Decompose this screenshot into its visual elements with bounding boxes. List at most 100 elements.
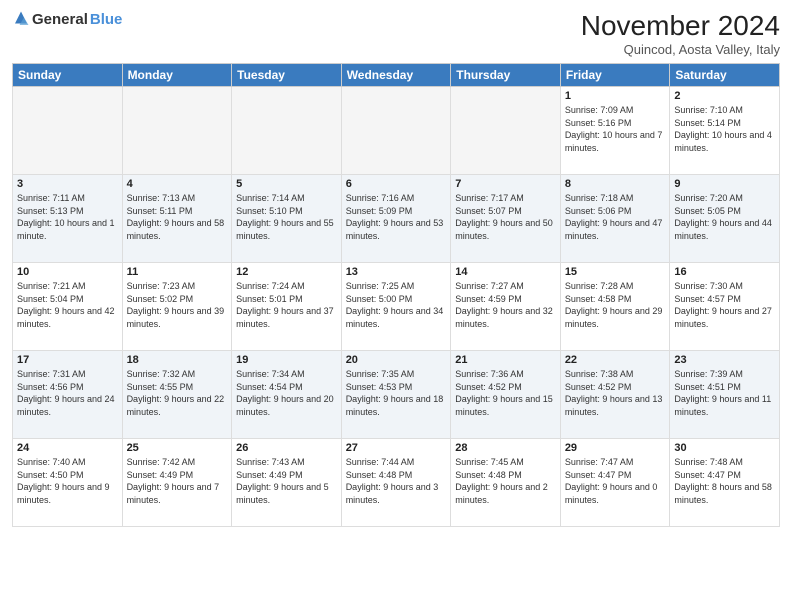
table-row: 9 Sunrise: 7:20 AM Sunset: 5:05 PM Daylig… (670, 175, 780, 263)
day-info: Sunrise: 7:38 AM Sunset: 4:52 PM Dayligh… (565, 368, 666, 418)
day-number: 18 (127, 354, 228, 366)
day-info: Sunrise: 7:47 AM Sunset: 4:47 PM Dayligh… (565, 456, 666, 506)
table-row: 18 Sunrise: 7:32 AM Sunset: 4:55 PM Dayli… (122, 351, 232, 439)
day-info: Sunrise: 7:20 AM Sunset: 5:05 PM Dayligh… (674, 192, 775, 242)
header-sunday: Sunday (13, 64, 123, 87)
day-number: 1 (565, 90, 666, 102)
day-info: Sunrise: 7:25 AM Sunset: 5:00 PM Dayligh… (346, 280, 447, 330)
day-number: 15 (565, 266, 666, 278)
table-row: 21 Sunrise: 7:36 AM Sunset: 4:52 PM Dayli… (451, 351, 561, 439)
table-row (341, 87, 451, 175)
logo: GeneralBlue (12, 10, 122, 28)
day-number: 26 (236, 442, 337, 454)
day-info: Sunrise: 7:16 AM Sunset: 5:09 PM Dayligh… (346, 192, 447, 242)
table-row: 26 Sunrise: 7:43 AM Sunset: 4:49 PM Dayli… (232, 439, 342, 527)
table-row: 27Sunrise: 7:44 AM Sunset: 4:48 PM Dayli… (341, 439, 451, 527)
day-number: 3 (17, 178, 118, 190)
table-row: 19 Sunrise: 7:34 AM Sunset: 4:54 PM Dayli… (232, 351, 342, 439)
day-number: 14 (455, 266, 556, 278)
table-row: 14 Sunrise: 7:27 AM Sunset: 4:59 PM Dayli… (451, 263, 561, 351)
table-row (13, 87, 123, 175)
day-number: 12 (236, 266, 337, 278)
day-number: 13 (346, 266, 447, 278)
table-row: 16 Sunrise: 7:30 AM Sunset: 4:57 PM Dayli… (670, 263, 780, 351)
day-number: 11 (127, 266, 228, 278)
day-number: 17 (17, 354, 118, 366)
day-info: Sunrise: 7:11 AM Sunset: 5:13 PM Dayligh… (17, 192, 118, 242)
day-number: 22 (565, 354, 666, 366)
table-row: 29Sunrise: 7:47 AM Sunset: 4:47 PM Dayli… (560, 439, 670, 527)
table-row: 23 Sunrise: 7:39 AM Sunset: 4:51 PM Dayli… (670, 351, 780, 439)
table-row: 6 Sunrise: 7:16 AM Sunset: 5:09 PM Daylig… (341, 175, 451, 263)
day-number: 4 (127, 178, 228, 190)
calendar-week-row: 10 Sunrise: 7:21 AM Sunset: 5:04 PM Dayli… (13, 263, 780, 351)
table-row: 28Sunrise: 7:45 AM Sunset: 4:48 PM Dayli… (451, 439, 561, 527)
header-wednesday: Wednesday (341, 64, 451, 87)
table-row: 3 Sunrise: 7:11 AM Sunset: 5:13 PM Daylig… (13, 175, 123, 263)
calendar-week-row: 24Sunrise: 7:40 AM Sunset: 4:50 PM Dayli… (13, 439, 780, 527)
day-info: Sunrise: 7:32 AM Sunset: 4:55 PM Dayligh… (127, 368, 228, 418)
table-row: 7Sunrise: 7:17 AM Sunset: 5:07 PM Daylig… (451, 175, 561, 263)
day-number: 24 (17, 442, 118, 454)
table-row: 2Sunrise: 7:10 AM Sunset: 5:14 PM Daylig… (670, 87, 780, 175)
table-row: 30 Sunrise: 7:48 AM Sunset: 4:47 PM Dayli… (670, 439, 780, 527)
day-info: Sunrise: 7:34 AM Sunset: 4:54 PM Dayligh… (236, 368, 337, 418)
day-info: Sunrise: 7:30 AM Sunset: 4:57 PM Dayligh… (674, 280, 775, 330)
table-row (122, 87, 232, 175)
day-number: 5 (236, 178, 337, 190)
calendar-week-row: 3 Sunrise: 7:11 AM Sunset: 5:13 PM Daylig… (13, 175, 780, 263)
day-info: Sunrise: 7:17 AM Sunset: 5:07 PM Dayligh… (455, 192, 556, 242)
day-info: Sunrise: 7:36 AM Sunset: 4:52 PM Dayligh… (455, 368, 556, 418)
table-row: 10 Sunrise: 7:21 AM Sunset: 5:04 PM Dayli… (13, 263, 123, 351)
table-row (451, 87, 561, 175)
logo-icon (12, 10, 30, 28)
day-info: Sunrise: 7:13 AM Sunset: 5:11 PM Dayligh… (127, 192, 228, 242)
day-info: Sunrise: 7:43 AM Sunset: 4:49 PM Dayligh… (236, 456, 337, 506)
header-monday: Monday (122, 64, 232, 87)
day-number: 8 (565, 178, 666, 190)
table-row: 12Sunrise: 7:24 AM Sunset: 5:01 PM Dayli… (232, 263, 342, 351)
day-number: 6 (346, 178, 447, 190)
header-thursday: Thursday (451, 64, 561, 87)
location: Quincod, Aosta Valley, Italy (581, 42, 780, 57)
day-info: Sunrise: 7:14 AM Sunset: 5:10 PM Dayligh… (236, 192, 337, 242)
day-number: 23 (674, 354, 775, 366)
day-info: Sunrise: 7:48 AM Sunset: 4:47 PM Dayligh… (674, 456, 775, 506)
day-number: 21 (455, 354, 556, 366)
table-row: 4 Sunrise: 7:13 AM Sunset: 5:11 PM Daylig… (122, 175, 232, 263)
header-row: GeneralBlue November 2024 Quincod, Aosta… (12, 10, 780, 57)
title-block: November 2024 Quincod, Aosta Valley, Ita… (581, 10, 780, 57)
day-number: 28 (455, 442, 556, 454)
day-number: 10 (17, 266, 118, 278)
header-friday: Friday (560, 64, 670, 87)
table-row: 5 Sunrise: 7:14 AM Sunset: 5:10 PM Daylig… (232, 175, 342, 263)
day-info: Sunrise: 7:23 AM Sunset: 5:02 PM Dayligh… (127, 280, 228, 330)
day-info: Sunrise: 7:35 AM Sunset: 4:53 PM Dayligh… (346, 368, 447, 418)
day-number: 30 (674, 442, 775, 454)
logo-general: General (32, 11, 88, 28)
header-saturday: Saturday (670, 64, 780, 87)
day-number: 19 (236, 354, 337, 366)
day-number: 20 (346, 354, 447, 366)
day-number: 16 (674, 266, 775, 278)
day-info: Sunrise: 7:28 AM Sunset: 4:58 PM Dayligh… (565, 280, 666, 330)
page-container: GeneralBlue November 2024 Quincod, Aosta… (0, 0, 792, 612)
calendar-week-row: 1 Sunrise: 7:09 AM Sunset: 5:16 PM Daylig… (13, 87, 780, 175)
header-tuesday: Tuesday (232, 64, 342, 87)
day-info: Sunrise: 7:31 AM Sunset: 4:56 PM Dayligh… (17, 368, 118, 418)
table-row: 8Sunrise: 7:18 AM Sunset: 5:06 PM Daylig… (560, 175, 670, 263)
table-row: 1 Sunrise: 7:09 AM Sunset: 5:16 PM Daylig… (560, 87, 670, 175)
day-info: Sunrise: 7:42 AM Sunset: 4:49 PM Dayligh… (127, 456, 228, 506)
table-row: 20 Sunrise: 7:35 AM Sunset: 4:53 PM Dayli… (341, 351, 451, 439)
day-number: 9 (674, 178, 775, 190)
day-number: 27 (346, 442, 447, 454)
table-row (232, 87, 342, 175)
day-info: Sunrise: 7:39 AM Sunset: 4:51 PM Dayligh… (674, 368, 775, 418)
table-row: 17 Sunrise: 7:31 AM Sunset: 4:56 PM Dayli… (13, 351, 123, 439)
day-info: Sunrise: 7:21 AM Sunset: 5:04 PM Dayligh… (17, 280, 118, 330)
table-row: 15 Sunrise: 7:28 AM Sunset: 4:58 PM Dayli… (560, 263, 670, 351)
day-number: 2 (674, 90, 775, 102)
table-row: 13 Sunrise: 7:25 AM Sunset: 5:00 PM Dayli… (341, 263, 451, 351)
day-info: Sunrise: 7:27 AM Sunset: 4:59 PM Dayligh… (455, 280, 556, 330)
day-info: Sunrise: 7:09 AM Sunset: 5:16 PM Dayligh… (565, 104, 666, 154)
